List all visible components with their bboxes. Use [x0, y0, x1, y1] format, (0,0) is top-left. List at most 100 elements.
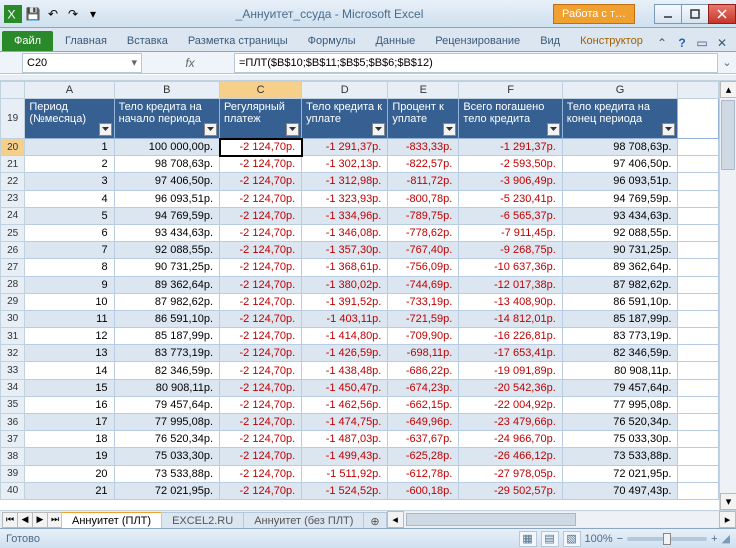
table-header-A[interactable]: Период (№месяца)	[25, 99, 114, 139]
cell-B36[interactable]: 77 995,08р.	[114, 414, 219, 431]
workbook-restore-icon[interactable]: ▭	[694, 35, 710, 51]
cell-E30[interactable]: -721,59р.	[388, 310, 459, 327]
horizontal-scrollbar[interactable]: ◂ ▸	[387, 511, 736, 528]
row-header[interactable]: 33	[1, 362, 25, 379]
cell-B40[interactable]: 72 021,95р.	[114, 482, 219, 499]
cell-A31[interactable]: 12	[25, 328, 114, 345]
cell-E22[interactable]: -811,72р.	[388, 173, 459, 190]
cell-A33[interactable]: 14	[25, 362, 114, 379]
cell-D27[interactable]: -1 368,61р.	[302, 259, 388, 276]
select-all-cell[interactable]	[1, 82, 25, 99]
cell-D35[interactable]: -1 462,56р.	[302, 396, 388, 413]
cell-D26[interactable]: -1 357,30р.	[302, 242, 388, 259]
column-header-G[interactable]: G	[562, 82, 678, 99]
table-header-E[interactable]: Процент к уплате	[388, 99, 459, 139]
cell-G36[interactable]: 76 520,34р.	[562, 414, 678, 431]
cell-F33[interactable]: -19 091,89р.	[459, 362, 562, 379]
cell-B39[interactable]: 73 533,88р.	[114, 465, 219, 482]
cell-B35[interactable]: 79 457,64р.	[114, 396, 219, 413]
cell-E23[interactable]: -800,78р.	[388, 190, 459, 207]
row-header[interactable]: 25	[1, 224, 25, 241]
cell-C23[interactable]: -2 124,70р.	[220, 190, 302, 207]
cell-G34[interactable]: 79 457,64р.	[562, 379, 678, 396]
cell-A34[interactable]: 15	[25, 379, 114, 396]
table-header-B[interactable]: Тело кредита на начало периода	[114, 99, 219, 139]
row-header[interactable]: 26	[1, 242, 25, 259]
cell-C21[interactable]: -2 124,70р.	[220, 156, 302, 173]
cell-E20[interactable]: -833,33р.	[388, 139, 459, 156]
cell-E21[interactable]: -822,57р.	[388, 156, 459, 173]
cell-E37[interactable]: -637,67р.	[388, 431, 459, 448]
cell-A28[interactable]: 9	[25, 276, 114, 293]
workbook-close-icon[interactable]: ✕	[714, 35, 730, 51]
cell-E27[interactable]: -756,09р.	[388, 259, 459, 276]
cell-F35[interactable]: -22 004,92р.	[459, 396, 562, 413]
cell-D21[interactable]: -1 302,13р.	[302, 156, 388, 173]
row-header[interactable]: 19	[1, 99, 25, 139]
cell-C34[interactable]: -2 124,70р.	[220, 379, 302, 396]
fx-icon[interactable]: fx	[146, 56, 234, 70]
cell-D24[interactable]: -1 334,96р.	[302, 207, 388, 224]
row-header[interactable]: 28	[1, 276, 25, 293]
column-header-A[interactable]: A	[25, 82, 114, 99]
row-header[interactable]: 31	[1, 328, 25, 345]
cell-C31[interactable]: -2 124,70р.	[220, 328, 302, 345]
cell-G32[interactable]: 82 346,59р.	[562, 345, 678, 362]
cell-C24[interactable]: -2 124,70р.	[220, 207, 302, 224]
cell-F27[interactable]: -10 637,36р.	[459, 259, 562, 276]
cell-A39[interactable]: 20	[25, 465, 114, 482]
cell-E32[interactable]: -698,11р.	[388, 345, 459, 362]
cell-E33[interactable]: -686,22р.	[388, 362, 459, 379]
cell-G40[interactable]: 70 497,43р.	[562, 482, 678, 499]
ribbon-tab-4[interactable]: Данные	[365, 31, 425, 51]
sheet-nav-next-icon[interactable]: ▶	[32, 512, 48, 528]
cell-G29[interactable]: 86 591,10р.	[562, 293, 678, 310]
cell-F28[interactable]: -12 017,38р.	[459, 276, 562, 293]
row-header[interactable]: 21	[1, 156, 25, 173]
table-header-D[interactable]: Тело кредита к уплате	[302, 99, 388, 139]
row-header[interactable]: 36	[1, 414, 25, 431]
column-header-F[interactable]: F	[459, 82, 562, 99]
cell-D31[interactable]: -1 414,80р.	[302, 328, 388, 345]
cell-G21[interactable]: 97 406,50р.	[562, 156, 678, 173]
cell-G24[interactable]: 93 434,63р.	[562, 207, 678, 224]
cell-A20[interactable]: 1	[25, 139, 114, 156]
cell-C20[interactable]: -2 124,70р.	[220, 139, 302, 156]
cell-E25[interactable]: -778,62р.	[388, 224, 459, 241]
cell-C39[interactable]: -2 124,70р.	[220, 465, 302, 482]
cell-G22[interactable]: 96 093,51р.	[562, 173, 678, 190]
cell-B25[interactable]: 93 434,63р.	[114, 224, 219, 241]
qat-dropdown-icon[interactable]: ▾	[84, 5, 102, 23]
cell-B23[interactable]: 96 093,51р.	[114, 190, 219, 207]
close-button[interactable]	[708, 4, 736, 24]
excel-icon[interactable]: X	[4, 5, 22, 23]
filter-icon[interactable]	[547, 123, 560, 136]
sheet-tab-1[interactable]: EXCEL2.RU	[161, 512, 244, 529]
cell-D25[interactable]: -1 346,08р.	[302, 224, 388, 241]
cell-F32[interactable]: -17 653,41р.	[459, 345, 562, 362]
zoom-value[interactable]: 100%	[585, 533, 613, 545]
cell-G27[interactable]: 89 362,64р.	[562, 259, 678, 276]
cell-A37[interactable]: 18	[25, 431, 114, 448]
cell-B37[interactable]: 76 520,34р.	[114, 431, 219, 448]
cell-B21[interactable]: 98 708,63р.	[114, 156, 219, 173]
cell-E36[interactable]: -649,96р.	[388, 414, 459, 431]
cell-G28[interactable]: 87 982,62р.	[562, 276, 678, 293]
name-box[interactable]: C20 ▾	[22, 53, 142, 73]
view-pagelayout-icon[interactable]: ▤	[541, 531, 559, 547]
sheet-nav-prev-icon[interactable]: ◀	[17, 512, 33, 528]
cell-D20[interactable]: -1 291,37р.	[302, 139, 388, 156]
ribbon-tab-5[interactable]: Рецензирование	[425, 31, 530, 51]
cell-G26[interactable]: 90 731,25р.	[562, 242, 678, 259]
cell-D28[interactable]: -1 380,02р.	[302, 276, 388, 293]
undo-icon[interactable]: ↶	[44, 5, 62, 23]
zoom-slider[interactable]	[627, 537, 707, 541]
cell-C36[interactable]: -2 124,70р.	[220, 414, 302, 431]
cell-C27[interactable]: -2 124,70р.	[220, 259, 302, 276]
column-header-B[interactable]: B	[114, 82, 219, 99]
cell-F38[interactable]: -26 466,12р.	[459, 448, 562, 465]
cell-A25[interactable]: 6	[25, 224, 114, 241]
filter-icon[interactable]	[662, 123, 675, 136]
column-header-D[interactable]: D	[302, 82, 388, 99]
ribbon-tab-3[interactable]: Формулы	[298, 31, 366, 51]
